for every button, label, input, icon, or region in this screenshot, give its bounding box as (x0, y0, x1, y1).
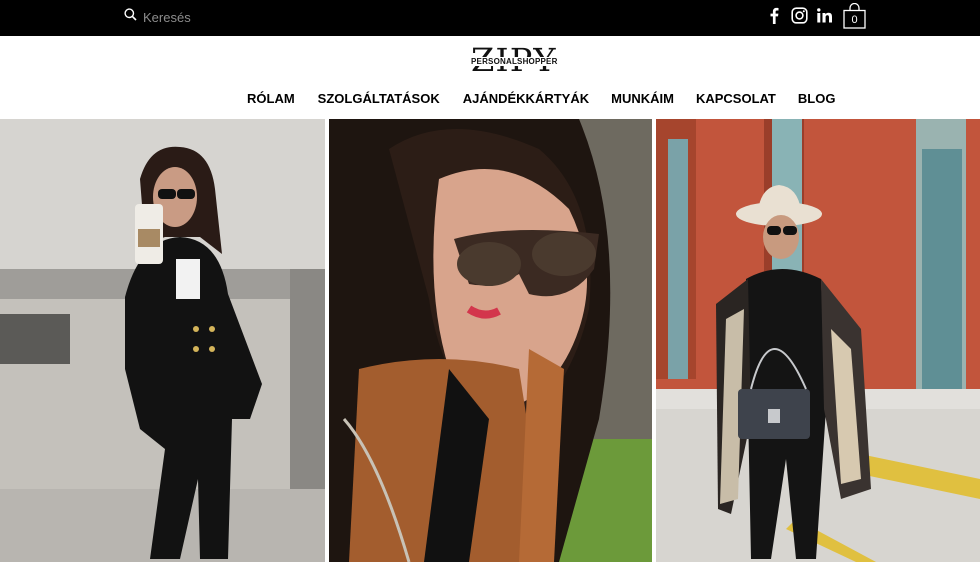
photo-gallery (0, 119, 980, 562)
gallery-photo-2[interactable] (329, 119, 652, 562)
logo-sub-text: PERSONALSHOPPER (471, 57, 558, 66)
linkedin-icon[interactable] (816, 7, 833, 24)
nav-item-ajandekkartyak[interactable]: AJÁNDÉKKÁRTYÁK (463, 91, 589, 106)
search-input[interactable] (143, 9, 313, 25)
search-icon[interactable] (124, 8, 137, 26)
nav-item-kapcsolat[interactable]: KAPCSOLAT (696, 91, 776, 106)
nav-item-rolam[interactable]: RÓLAM (247, 91, 295, 106)
gallery-photo-3[interactable] (656, 119, 980, 562)
facebook-icon[interactable] (766, 7, 783, 24)
search-box[interactable] (124, 7, 324, 27)
gallery-photo-1[interactable] (0, 119, 325, 562)
nav-item-szolgaltatasok[interactable]: SZOLGÁLTATÁSOK (318, 91, 440, 106)
site-logo[interactable]: ZIPY PERSONALSHOPPER (471, 43, 558, 80)
nav-item-blog[interactable]: BLOG (798, 91, 836, 106)
site-header: ZIPY PERSONALSHOPPER RÓLAM SZOLGÁLTATÁSO… (0, 36, 980, 119)
top-bar: 0 (0, 0, 980, 36)
cart-count: 0 (851, 14, 858, 26)
cart-button[interactable]: 0 (843, 3, 866, 29)
instagram-icon[interactable] (791, 7, 808, 24)
social-links (766, 7, 833, 24)
nav-item-munkaim[interactable]: MUNKÁIM (611, 91, 674, 106)
